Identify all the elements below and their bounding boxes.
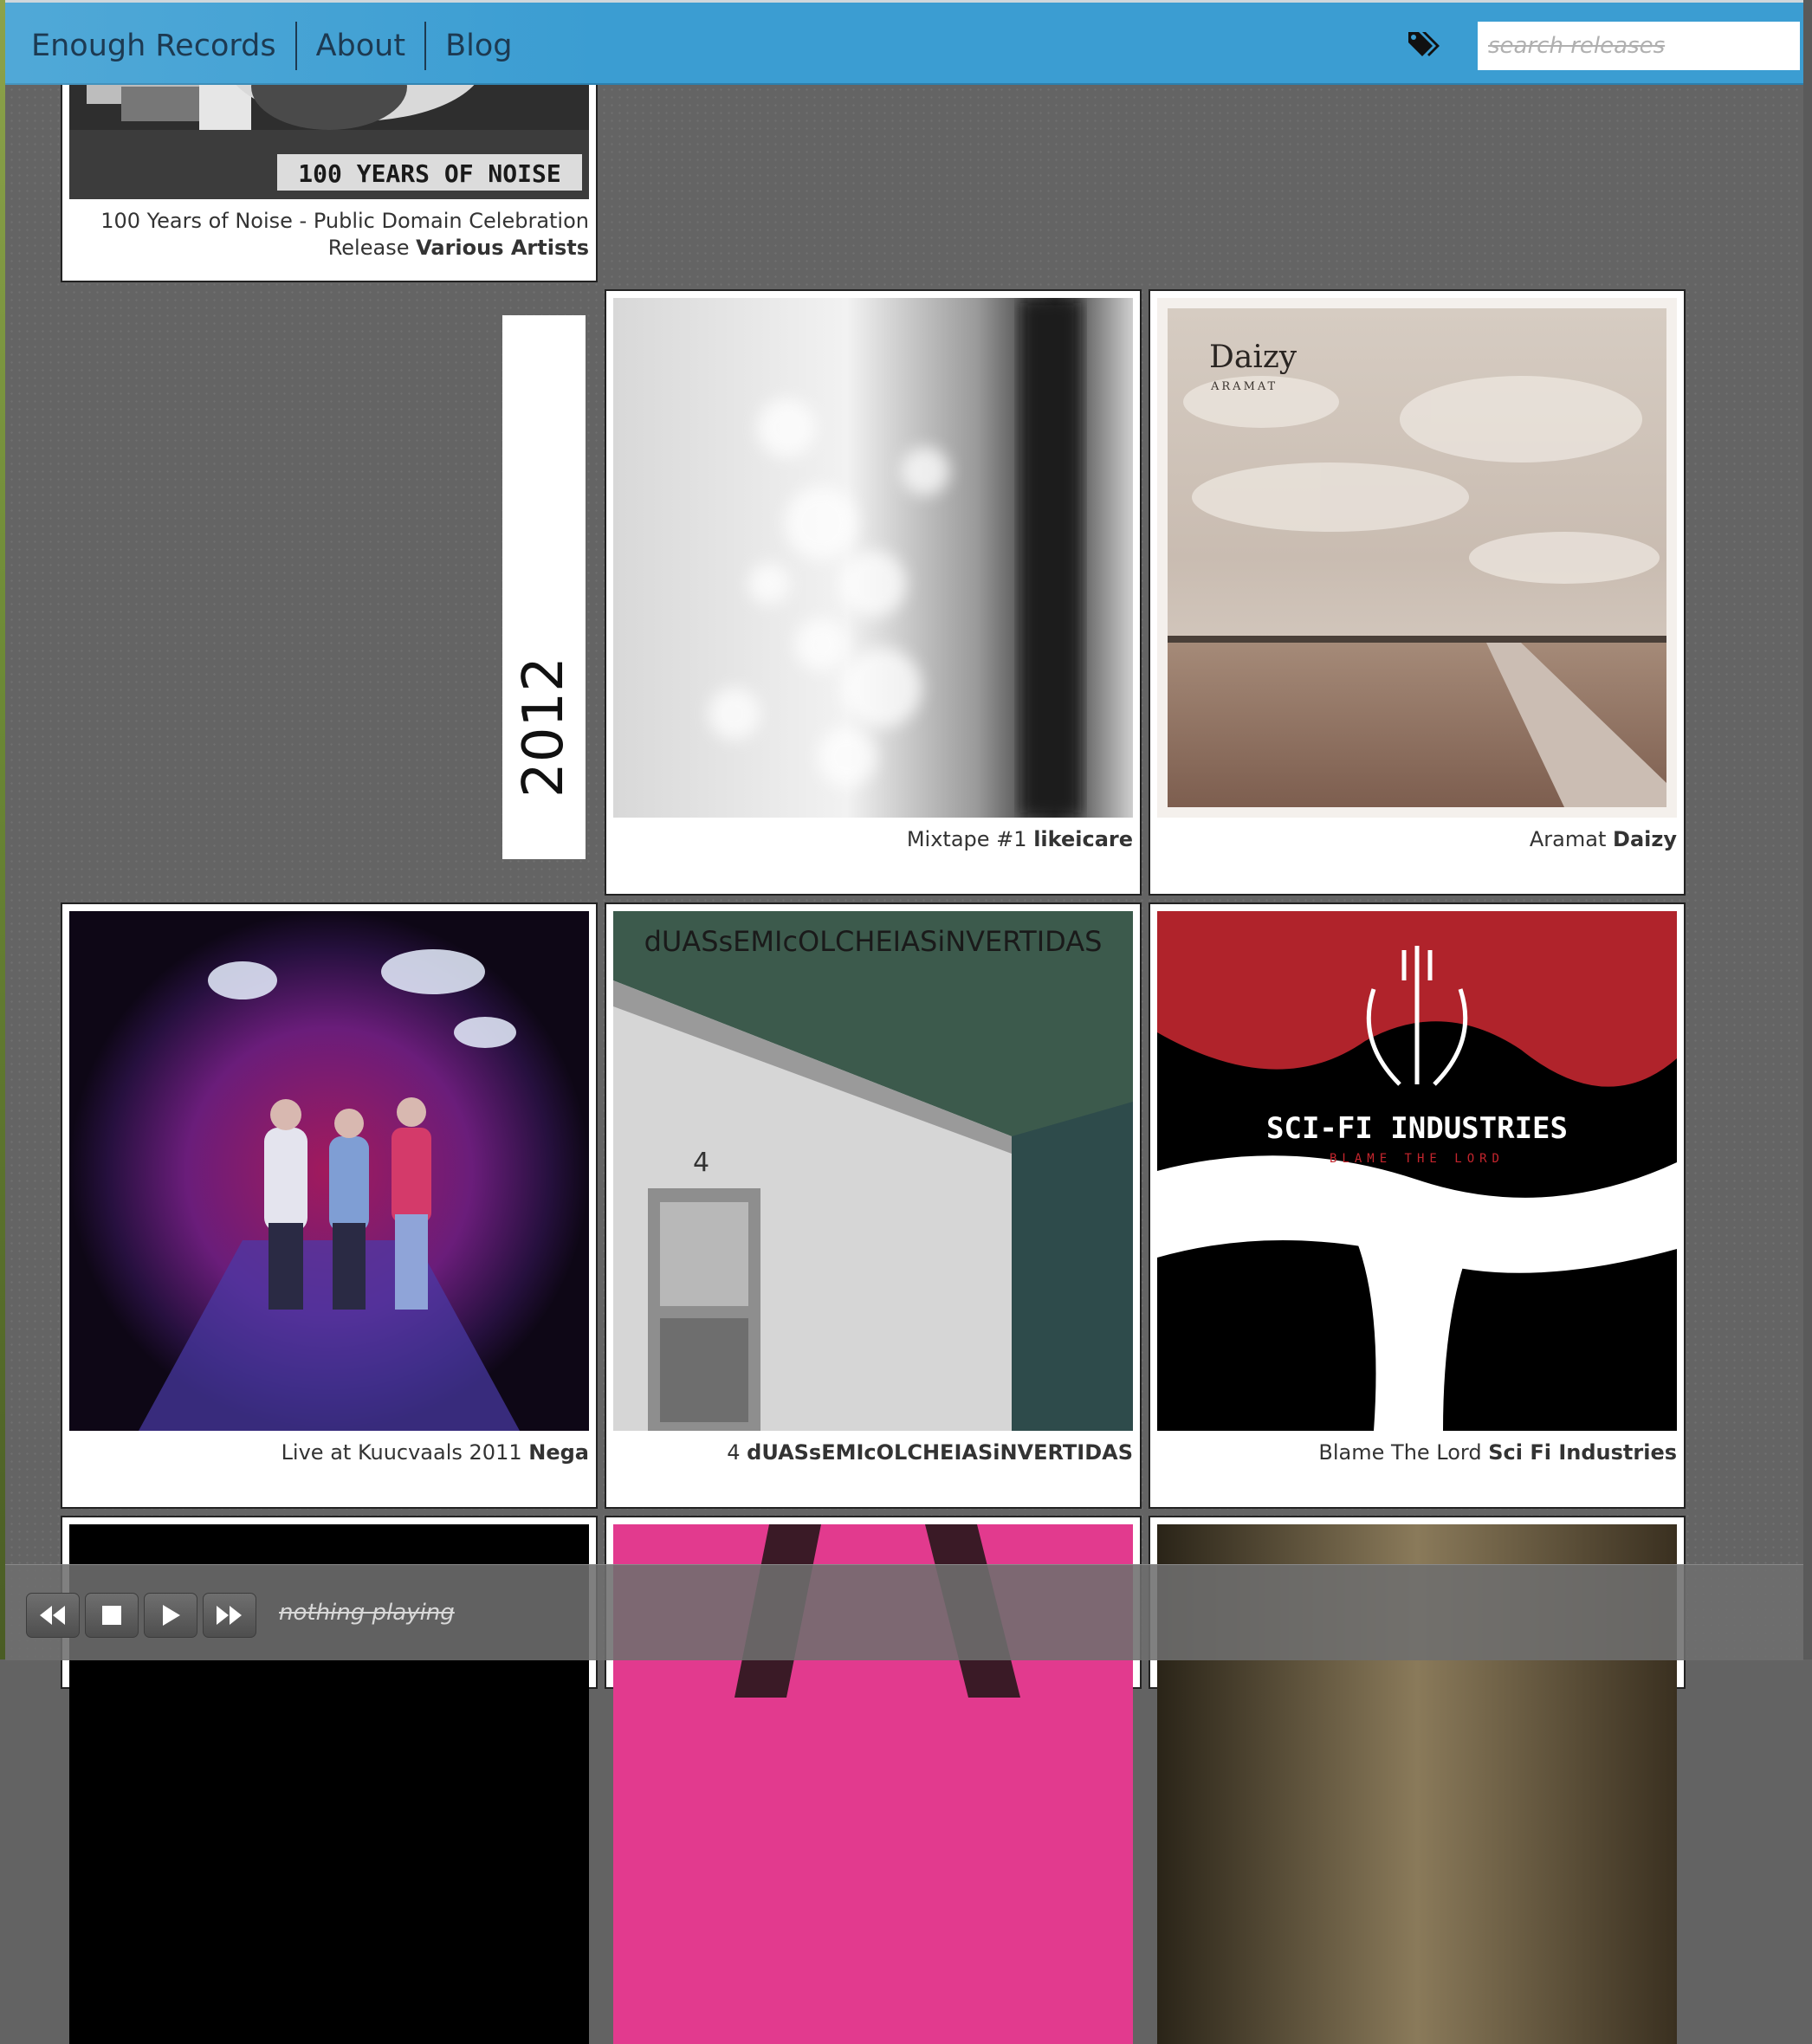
release-artist: likeicare [1033, 827, 1133, 851]
nav-blog-link[interactable]: Blog [426, 23, 531, 69]
release-title: 100 Years of Noise - Public Domain Celeb… [100, 209, 589, 233]
scrollbar-track[interactable] [1803, 0, 1812, 1659]
fast-forward-button[interactable] [203, 1593, 256, 1638]
release-caption[interactable]: 100 Years of Noise - Public Domain Celeb… [69, 208, 589, 262]
svg-text:Daizy: Daizy [1209, 340, 1298, 375]
stop-button[interactable] [85, 1593, 139, 1638]
release-cover[interactable]: 4 dUASsEMIcOLCHEIASiNVERTIDAS [613, 911, 1133, 1431]
cover-art-house: 4 dUASsEMIcOLCHEIASiNVERTIDAS [613, 911, 1133, 1431]
release-caption[interactable]: Live at Kuucvaals 2011 Nega [69, 1439, 589, 1466]
release-caption[interactable]: Aramat Daizy [1157, 826, 1677, 853]
year-label: 2012 [512, 657, 576, 798]
year-marker: 2012 [502, 315, 586, 859]
svg-text:100 YEARS OF NOISE: 100 YEARS OF NOISE [298, 159, 560, 188]
release-card[interactable]: SCI-FI INDUSTRIES BLAME THE LORD Blame T… [1149, 902, 1686, 1509]
top-navigation-bar: Enough Records About Blog [5, 0, 1803, 85]
release-cover[interactable] [613, 298, 1133, 818]
release-card[interactable]: 4 dUASsEMIcOLCHEIASiNVERTIDAS 4 dUASsEMI… [605, 902, 1142, 1509]
svg-text:BLAME THE LORD: BLAME THE LORD [1330, 1152, 1505, 1166]
svg-text:SCI-FI INDUSTRIES: SCI-FI INDUSTRIES [1266, 1111, 1568, 1146]
stop-icon [102, 1606, 121, 1625]
release-artist: Various Artists [416, 236, 589, 260]
cover-art-field: Daizy ARAMAT [1168, 308, 1666, 807]
release-title: Live at Kuucvaals 2011 [281, 1440, 522, 1465]
svg-text:ARAMAT: ARAMAT [1210, 380, 1278, 393]
release-card[interactable]: Daizy ARAMAT Aramat Daizy [1149, 289, 1686, 896]
rewind-icon [40, 1606, 65, 1625]
cover-art-bokeh [613, 298, 1133, 818]
release-card[interactable]: Live at Kuucvaals 2011 Nega [61, 902, 598, 1509]
now-playing-status: nothing playing [279, 1600, 455, 1626]
fast-forward-icon [217, 1606, 242, 1625]
cover-art-infrared [69, 911, 589, 1431]
release-artist: Nega [528, 1440, 589, 1465]
nav-about-link[interactable]: About [297, 23, 424, 69]
release-title-cont: Release [327, 236, 410, 260]
cover-art-scifi: SCI-FI INDUSTRIES BLAME THE LORD [1157, 911, 1677, 1431]
rewind-button[interactable] [26, 1593, 80, 1638]
release-caption[interactable]: 4 dUASsEMIcOLCHEIASiNVERTIDAS [613, 1439, 1133, 1466]
tags-icon[interactable] [1407, 29, 1445, 61]
audio-player: nothing playing [5, 1564, 1803, 1660]
release-title: Mixtape #1 [906, 827, 1027, 851]
release-caption[interactable]: Mixtape #1 likeicare [613, 826, 1133, 853]
main-nav: Enough Records About Blog [26, 22, 531, 70]
svg-text:4: 4 [693, 1148, 709, 1178]
window-edge-left [0, 0, 5, 1659]
nav-home-link[interactable]: Enough Records [26, 23, 295, 69]
release-artist: dUASsEMIcOLCHEIASiNVERTIDAS [747, 1440, 1133, 1465]
release-artist: Sci Fi Industries [1488, 1440, 1677, 1465]
release-cover[interactable]: Daizy ARAMAT [1157, 298, 1677, 818]
search-input[interactable] [1478, 22, 1800, 70]
play-button[interactable] [144, 1593, 197, 1638]
release-cover[interactable]: SCI-FI INDUSTRIES BLAME THE LORD [1157, 911, 1677, 1431]
play-icon [163, 1605, 180, 1626]
release-title: Aramat [1529, 827, 1607, 851]
release-card[interactable]: Mixtape #1 likeicare [605, 289, 1142, 896]
release-cover[interactable] [69, 911, 589, 1431]
release-artist: Daizy [1613, 827, 1677, 851]
release-title: Blame The Lord [1318, 1440, 1482, 1465]
release-caption[interactable]: Blame The Lord Sci Fi Industries [1157, 1439, 1677, 1466]
release-title: 4 [727, 1440, 741, 1465]
svg-text:dUASsEMIcOLCHEIASiNVERTIDAS: dUASsEMIcOLCHEIASiNVERTIDAS [644, 925, 1103, 958]
